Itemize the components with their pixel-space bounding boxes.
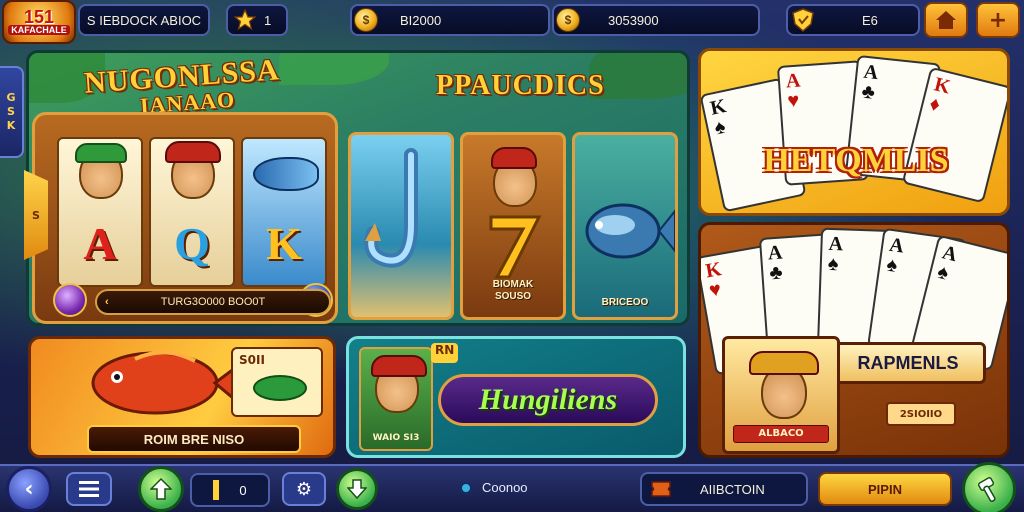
reel-symbol: Q: [174, 218, 210, 269]
jungle-game-logo: Hungiliens: [438, 374, 658, 426]
spin-button[interactable]: [962, 462, 1016, 512]
arrow-up-icon: [150, 477, 172, 500]
red-hat-icon: [491, 147, 537, 169]
player-name-pill[interactable]: S IEBDOCK ABIOC: [78, 4, 210, 36]
gear-icon: ⚙: [295, 478, 313, 499]
coins-pill[interactable]: $ BI2000: [350, 4, 550, 36]
game-card-caption: BIOMAK SOUSO: [492, 279, 534, 302]
status-text: Coonoo: [482, 480, 528, 495]
card-game-logo: HETQMLIS: [763, 142, 949, 179]
ticket-icon: [651, 481, 671, 497]
bonus-bar-text: TURG3O000 BOO0T: [160, 296, 266, 308]
character-card-caption: WAIO SI3: [372, 433, 420, 443]
download-button[interactable]: [336, 468, 378, 510]
notification-value: E6: [862, 12, 878, 28]
gems-pill[interactable]: $ 3053900: [552, 4, 760, 36]
level-indicator: 0: [190, 473, 270, 507]
bonus-card-text: S0II: [239, 353, 265, 367]
play-button-label: PIPIN: [868, 481, 902, 497]
game-tile-label: ROIM BRE NISO: [87, 425, 301, 453]
hammer-icon: [977, 477, 996, 502]
settings-button[interactable]: ⚙: [282, 472, 326, 506]
coins-value: BI2000: [400, 12, 442, 28]
gems-value: 3053900: [608, 12, 659, 28]
slot-game-title-3: PPAUCDICS: [436, 70, 605, 101]
red-hat-icon: [371, 355, 427, 377]
side-arrow-text: S: [32, 208, 40, 222]
logo-text-2: KAFACHALE: [8, 25, 70, 35]
card-game-banner: RAPMENLS: [830, 342, 986, 384]
portrait-caption: ALBACO: [733, 425, 829, 443]
level-indicator-value: 0: [239, 482, 247, 498]
tile-chip: RN: [431, 343, 459, 363]
side-tab-letter: S: [7, 105, 15, 118]
reel-1: A: [57, 137, 143, 287]
green-disc-icon: [253, 375, 307, 401]
card-game-tag: 2SIOIIO: [886, 402, 956, 426]
status-dot-icon: [460, 481, 472, 494]
fish-icon: [585, 203, 675, 259]
top-bar: 151 KAFACHALE S IEBDOCK ABIOC 1 $ BI2000…: [0, 0, 1024, 44]
plus-icon: +: [988, 7, 1008, 33]
level-pill[interactable]: 1: [226, 4, 288, 36]
bottom-bar: ‹ 0 ⚙ Coonoo AIIBCTOIN PIPIN: [0, 462, 1024, 512]
game-tile-fish[interactable]: S0II ROIM BRE NISO: [28, 336, 336, 458]
side-tab-letter: G: [6, 91, 16, 104]
side-menu-tab[interactable]: G S K: [0, 66, 24, 158]
game-card-hook[interactable]: [348, 132, 454, 320]
coin-icon: $: [354, 8, 378, 32]
player-name: S IEBDOCK ABIOC: [86, 12, 202, 28]
currency-label: AIIBCTOIN: [700, 481, 765, 497]
logo-text-1: 151: [23, 7, 55, 27]
game-logo[interactable]: 151 KAFACHALE: [2, 0, 76, 44]
menu-icon: [79, 481, 99, 497]
back-arrow-icon: ‹: [24, 476, 34, 502]
bonus-bar[interactable]: ‹ TURG3O000 BOO0T: [95, 289, 331, 315]
portrait-card: ALBACO: [722, 336, 840, 454]
arrow-down-icon: [347, 479, 367, 500]
orb-icon: [53, 283, 87, 317]
level-value: 1: [264, 12, 272, 28]
game-card-seven[interactable]: BIOMAK SOUSO: [460, 132, 566, 320]
notification-pill[interactable]: E6: [786, 4, 920, 36]
star-icon: [234, 9, 256, 31]
home-icon: [936, 11, 956, 29]
bonus-card: S0II: [231, 347, 323, 417]
menu-button[interactable]: [66, 472, 112, 506]
card-game-panel-top[interactable]: K ♠ A ♥ A ♣ K ♦: [698, 48, 1010, 216]
add-button[interactable]: +: [976, 2, 1020, 38]
leaf-decoration: [279, 53, 389, 85]
hook-icon: [364, 148, 418, 268]
fish-icon: [253, 157, 319, 191]
reel-2: Q: [149, 137, 235, 287]
reel-symbol: A: [83, 218, 117, 269]
chevron-left-icon: ‹: [105, 296, 109, 308]
reel-3: K: [241, 137, 327, 287]
play-button[interactable]: PIPIN: [818, 472, 952, 506]
coin-icon: $: [556, 8, 580, 32]
red-hat-icon: [165, 141, 221, 163]
shield-icon: [792, 8, 814, 32]
seven-icon: [489, 215, 542, 279]
status-area: Coonoo: [460, 480, 528, 495]
side-arrow-tab[interactable]: S: [24, 170, 48, 260]
level-bar-icon: [213, 480, 220, 500]
home-button[interactable]: [924, 2, 968, 38]
character-card: WAIO SI3: [359, 347, 433, 451]
side-tab-letter: K: [6, 119, 16, 132]
hat-icon: [749, 351, 819, 375]
game-card-caption: BRICEOO: [601, 297, 649, 308]
level-up-button[interactable]: [138, 466, 184, 512]
currency-pill[interactable]: AIIBCTOIN: [640, 472, 808, 506]
reel-symbol: K: [266, 218, 302, 269]
green-hat-icon: [75, 143, 127, 163]
back-button[interactable]: ‹: [6, 466, 52, 512]
slot-machine-1[interactable]: A Q K ‹ TURG3O000 BOO0T: [32, 112, 338, 324]
game-card-fish[interactable]: BRICEOO: [572, 132, 678, 320]
